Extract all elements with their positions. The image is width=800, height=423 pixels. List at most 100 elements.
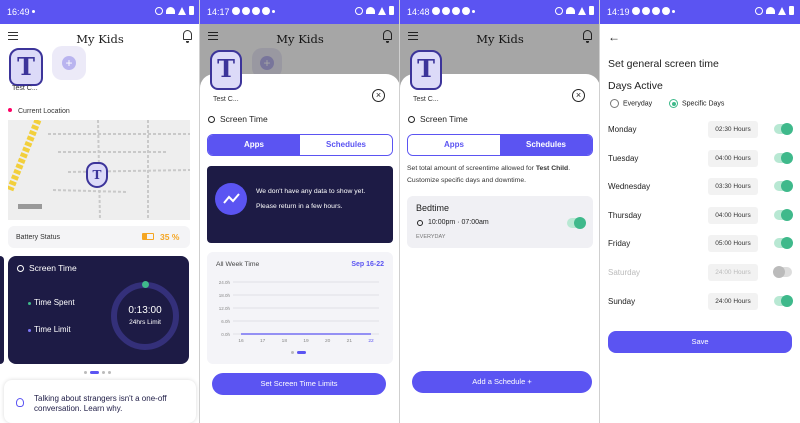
specific-days-option[interactable]: Specific Days bbox=[669, 99, 724, 108]
schedule-name: Bedtime bbox=[416, 203, 450, 213]
day-label: Wednesday bbox=[608, 182, 651, 192]
day-toggle[interactable] bbox=[774, 123, 793, 135]
bedtime-schedule-card[interactable]: Bedtime 10:00pm · 07:00am EVERYDAY bbox=[407, 196, 593, 248]
x-tick-label: 17 bbox=[260, 338, 266, 344]
days-active-label: Days Active bbox=[608, 80, 663, 92]
set-limits-label: Set Screen Time Limits bbox=[260, 379, 338, 388]
add-kid-button[interactable]: + bbox=[52, 46, 86, 80]
battery-icon bbox=[589, 6, 594, 15]
wifi-icon bbox=[766, 7, 775, 14]
chart-title: All Week Time bbox=[216, 261, 260, 268]
battery-level-icon bbox=[142, 233, 154, 240]
hours-field[interactable]: 24:00 Hours bbox=[708, 264, 758, 281]
desc-child-name: Test Child bbox=[535, 165, 569, 172]
tab-bar: Apps Schedules bbox=[207, 134, 393, 156]
kid-map-marker[interactable]: T bbox=[86, 162, 108, 188]
tab-schedules[interactable]: Schedules bbox=[300, 135, 392, 155]
alarm-icon bbox=[417, 220, 423, 226]
save-button[interactable]: Save bbox=[608, 331, 792, 353]
tab-apps[interactable]: Apps bbox=[408, 135, 500, 155]
x-tick-label: 18 bbox=[282, 338, 288, 344]
x-tick-label: 22 bbox=[368, 338, 374, 344]
schedule-toggle[interactable] bbox=[567, 217, 586, 229]
hours-field[interactable]: 03:30 Hours bbox=[708, 178, 758, 196]
chart-page-indicator bbox=[291, 351, 306, 354]
day-label: Friday bbox=[608, 239, 631, 249]
save-label: Save bbox=[691, 337, 709, 346]
specific-days-radio[interactable] bbox=[669, 99, 678, 108]
plus-icon: + bbox=[62, 56, 76, 70]
day-row: Saturday 24:00 Hours bbox=[600, 263, 800, 285]
status-bar: 14:17 bbox=[200, 0, 400, 24]
day-row: Monday 02:30 Hours bbox=[600, 120, 800, 142]
desc-suffix: . bbox=[568, 165, 571, 172]
trend-icon bbox=[215, 183, 247, 215]
everyday-label: Everyday bbox=[623, 100, 653, 108]
wifi-icon bbox=[166, 7, 175, 14]
y-tick-label: 18.0h bbox=[219, 293, 231, 298]
tip-card[interactable]: Talking about strangers isn't a one-off … bbox=[4, 380, 196, 423]
system-icons bbox=[755, 6, 794, 15]
add-schedule-button[interactable]: Add a Schedule + bbox=[412, 371, 592, 393]
kid-avatar: T bbox=[410, 50, 442, 90]
time-spent-label: Time Spent bbox=[34, 298, 75, 307]
add-schedule-label: Add a Schedule + bbox=[472, 377, 532, 386]
alarm-icon bbox=[208, 116, 215, 124]
day-row: Thursday 04:00 Hours bbox=[600, 206, 800, 228]
time-limit-value: 24hrs Limit bbox=[129, 319, 161, 326]
signal-icon bbox=[378, 6, 386, 15]
tip-text: Talking about strangers isn't a one-off … bbox=[34, 394, 167, 413]
day-toggle[interactable] bbox=[774, 237, 793, 250]
page-heading: Set general screen time bbox=[608, 58, 719, 70]
no-data-line1: We don't have any data to show yet. bbox=[256, 188, 366, 195]
kid-avatar[interactable]: T bbox=[9, 48, 43, 86]
sheet-title: Screen Time bbox=[208, 114, 268, 124]
hours-field[interactable]: 24:00 Hours bbox=[708, 292, 758, 310]
system-icons bbox=[555, 6, 594, 15]
everyday-radio[interactable] bbox=[610, 99, 619, 108]
schedule-days: EVERYDAY bbox=[416, 234, 446, 240]
tab-apps[interactable]: Apps bbox=[208, 135, 300, 155]
everyday-option[interactable]: Everyday bbox=[610, 99, 652, 108]
day-row: Sunday 24:00 Hours bbox=[600, 292, 800, 314]
chart-date-range[interactable]: Sep 16-22 bbox=[351, 261, 384, 268]
desc-prefix: Set total amount of screentime allowed f… bbox=[407, 165, 536, 172]
status-bar: 14:48 bbox=[400, 0, 600, 24]
hours-field[interactable]: 02:30 Hours bbox=[708, 121, 758, 138]
system-icons bbox=[355, 6, 394, 15]
day-toggle[interactable] bbox=[774, 151, 793, 164]
close-icon[interactable]: × bbox=[372, 89, 385, 102]
screen-time-sheet: × bbox=[200, 74, 400, 423]
close-icon[interactable]: × bbox=[572, 89, 585, 102]
alarm-icon bbox=[17, 265, 24, 272]
x-tick-label: 20 bbox=[325, 338, 331, 344]
time-limit-label: Time Limit bbox=[34, 325, 71, 334]
signal-icon bbox=[178, 6, 186, 15]
set-limits-button[interactable]: Set Screen Time Limits bbox=[212, 373, 386, 395]
day-toggle[interactable] bbox=[773, 266, 792, 278]
tab-schedules[interactable]: Schedules bbox=[500, 135, 592, 155]
day-row: Tuesday 04:00 Hours bbox=[600, 149, 800, 171]
sheet-title-text: Screen Time bbox=[220, 114, 268, 124]
tab-bar: Apps Schedules bbox=[407, 134, 593, 156]
notification-icons bbox=[632, 7, 675, 15]
screen-time-card[interactable]: Screen Time Time Spent Time Limit 0:13:0… bbox=[8, 256, 189, 364]
y-tick-label: 12.0h bbox=[219, 306, 231, 311]
hours-field[interactable]: 04:00 Hours bbox=[708, 149, 758, 167]
battery-icon bbox=[789, 6, 794, 15]
day-toggle[interactable] bbox=[774, 294, 793, 307]
status-time: 14:19 bbox=[607, 7, 630, 17]
wifi-icon bbox=[366, 7, 375, 14]
back-arrow-icon[interactable]: ← bbox=[608, 30, 620, 44]
hours-field[interactable]: 04:00 Hours bbox=[708, 206, 758, 224]
ring-progress-dot bbox=[142, 281, 149, 288]
day-toggle[interactable] bbox=[774, 180, 793, 193]
y-tick-label: 6.0h bbox=[221, 319, 230, 324]
kid-avatar: T bbox=[210, 50, 242, 90]
y-tick-label: 24.0h bbox=[219, 280, 231, 285]
day-label: Sunday bbox=[608, 296, 636, 306]
bell-icon[interactable] bbox=[183, 30, 192, 43]
hours-field[interactable]: 05:00 Hours bbox=[708, 235, 758, 253]
day-toggle[interactable] bbox=[774, 208, 793, 221]
location-map[interactable]: T bbox=[8, 120, 190, 220]
